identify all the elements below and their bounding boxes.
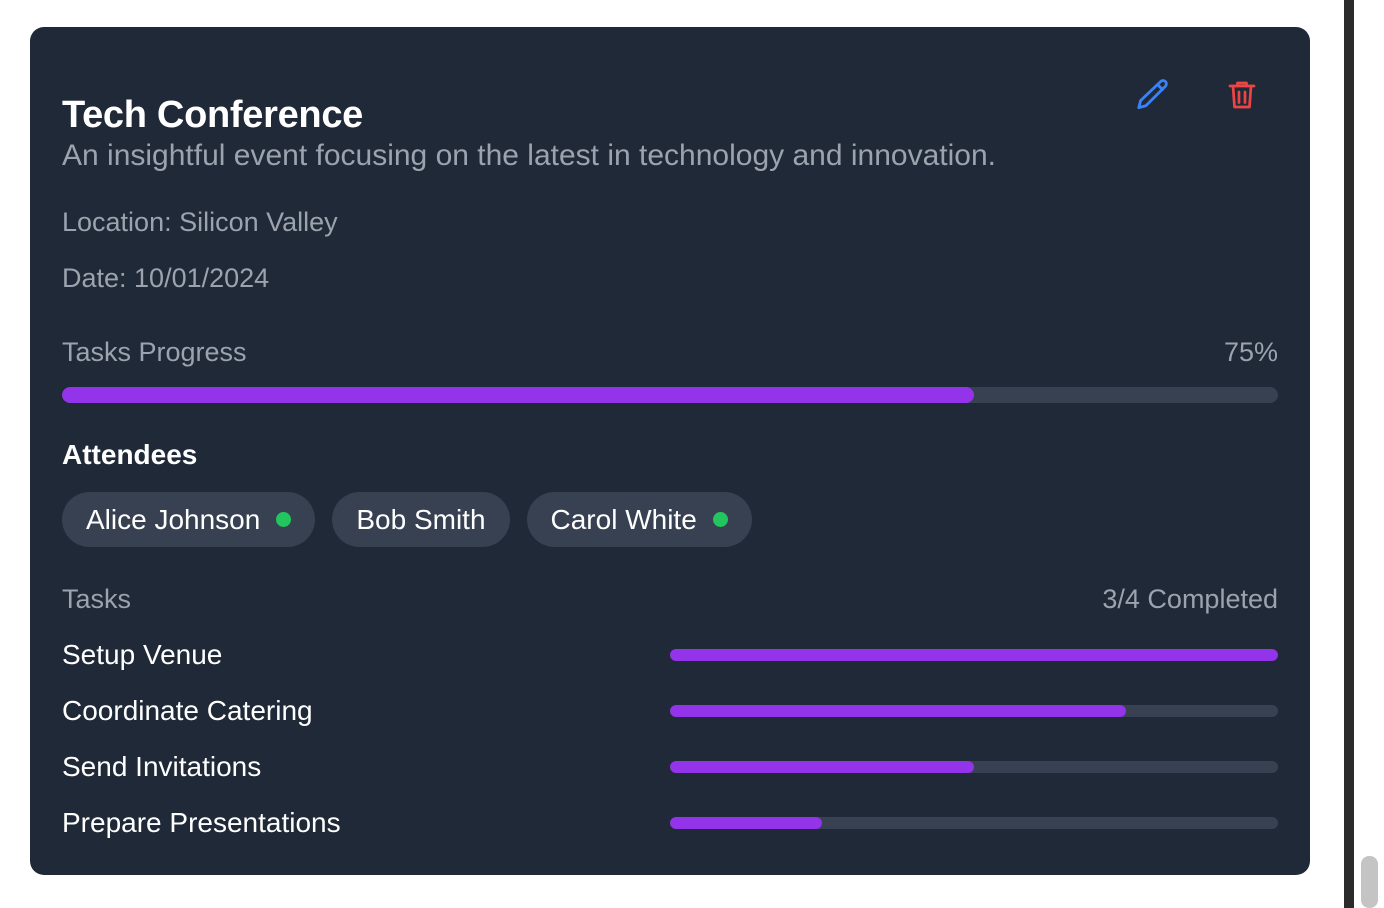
scrollbar-thumb[interactable] [1361, 856, 1378, 908]
attendee-chip[interactable]: Bob Smith [332, 492, 510, 547]
task-progress-bar [670, 817, 1278, 829]
attendee-name: Carol White [550, 503, 697, 535]
progress-percent: 75% [1223, 337, 1278, 367]
task-name: Setup Venue [62, 639, 223, 670]
scrollbar-track [1354, 0, 1384, 908]
attendee-name: Bob Smith [356, 503, 486, 535]
trash-icon [1228, 81, 1256, 109]
task-name: Prepare Presentations [62, 807, 341, 838]
attendee-chip[interactable]: Alice Johnson [62, 492, 316, 547]
delete-button[interactable] [1222, 75, 1262, 115]
task-name: Coordinate Catering [62, 695, 313, 726]
event-location: Location: Silicon Valley [62, 207, 338, 237]
task-progress-fill [670, 649, 1278, 661]
online-status-dot [712, 512, 728, 527]
event-description: An insightful event focusing on the late… [62, 139, 996, 172]
online-status-dot [276, 512, 292, 527]
progress-label: Tasks Progress [62, 337, 247, 367]
task-progress-bar [670, 649, 1278, 661]
attendees-heading: Attendees [62, 439, 198, 470]
progress-bar-fill [62, 387, 974, 403]
attendee-name: Alice Johnson [86, 503, 261, 535]
task-progress-fill [670, 705, 1126, 717]
tasks-completed-count: 3/4 Completed [1102, 584, 1278, 614]
progress-bar [62, 387, 1278, 403]
task-row: Prepare Presentations [62, 805, 1278, 841]
attendee-chip[interactable]: Carol White [526, 492, 752, 547]
task-progress-bar [670, 705, 1278, 717]
window-edge [1344, 0, 1354, 908]
tasks-heading: Tasks [62, 584, 132, 614]
edit-button[interactable] [1133, 75, 1173, 115]
event-title: Tech Conference [62, 94, 363, 136]
task-name: Send Invitations [62, 751, 262, 782]
attendee-list: Alice Johnson Bob Smith Carol White [62, 492, 752, 547]
task-row: Setup Venue [62, 637, 1278, 673]
event-date: Date: 10/01/2024 [62, 263, 270, 293]
task-progress-fill [670, 761, 974, 773]
task-progress-bar [670, 761, 1278, 773]
task-progress-fill [670, 817, 822, 829]
pencil-icon [1137, 79, 1168, 110]
event-card: Tech Conference An insightful event focu… [30, 27, 1310, 875]
task-row: Send Invitations [62, 749, 1278, 785]
task-row: Coordinate Catering [62, 693, 1278, 729]
